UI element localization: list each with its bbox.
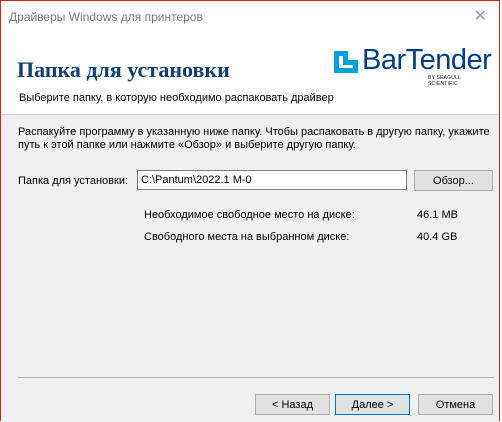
back-button[interactable]: < Назад bbox=[255, 394, 330, 415]
logo-tagline: BY SEAGULL SCIENTIFIC bbox=[428, 75, 461, 87]
page-title: Папка для установки bbox=[17, 57, 230, 82]
cancel-button[interactable]: Отмена bbox=[418, 394, 493, 415]
browse-button[interactable]: Обзор... bbox=[414, 170, 493, 191]
title-bar: Драйверы Windows для принтеров ✕ bbox=[1, 1, 499, 31]
content-panel: Распакуйте программу в указанную ниже па… bbox=[1, 115, 499, 422]
instructions-text: Распакуйте программу в указанную ниже па… bbox=[18, 126, 490, 151]
window-title: Драйверы Windows для принтеров bbox=[9, 10, 203, 24]
free-space-label: Свободного места на выбранном диске: bbox=[144, 231, 350, 243]
free-space-value: 40.4 GB bbox=[417, 231, 458, 243]
wizard-header: Папка для установки Выберите папку, в ко… bbox=[1, 31, 499, 113]
next-button[interactable]: Далее > bbox=[335, 394, 410, 415]
page-subtitle: Выберите папку, в которую необходимо рас… bbox=[19, 92, 334, 104]
bartender-logo-icon bbox=[334, 51, 358, 73]
required-space-label: Необходимое свободное место на диске: bbox=[144, 209, 355, 221]
required-space-value: 46.1 MB bbox=[417, 209, 458, 221]
folder-label: Папка для установки: bbox=[18, 175, 129, 187]
install-folder-input[interactable] bbox=[137, 170, 407, 190]
footer-divider bbox=[18, 377, 494, 378]
bartender-logo: BarTender BY SEAGULL SCIENTIFIC bbox=[332, 43, 492, 87]
logo-wordmark: BarTender bbox=[362, 44, 492, 76]
installer-window: Драйверы Windows для принтеров ✕ Папка д… bbox=[0, 0, 500, 422]
close-icon[interactable]: ✕ bbox=[474, 6, 487, 26]
